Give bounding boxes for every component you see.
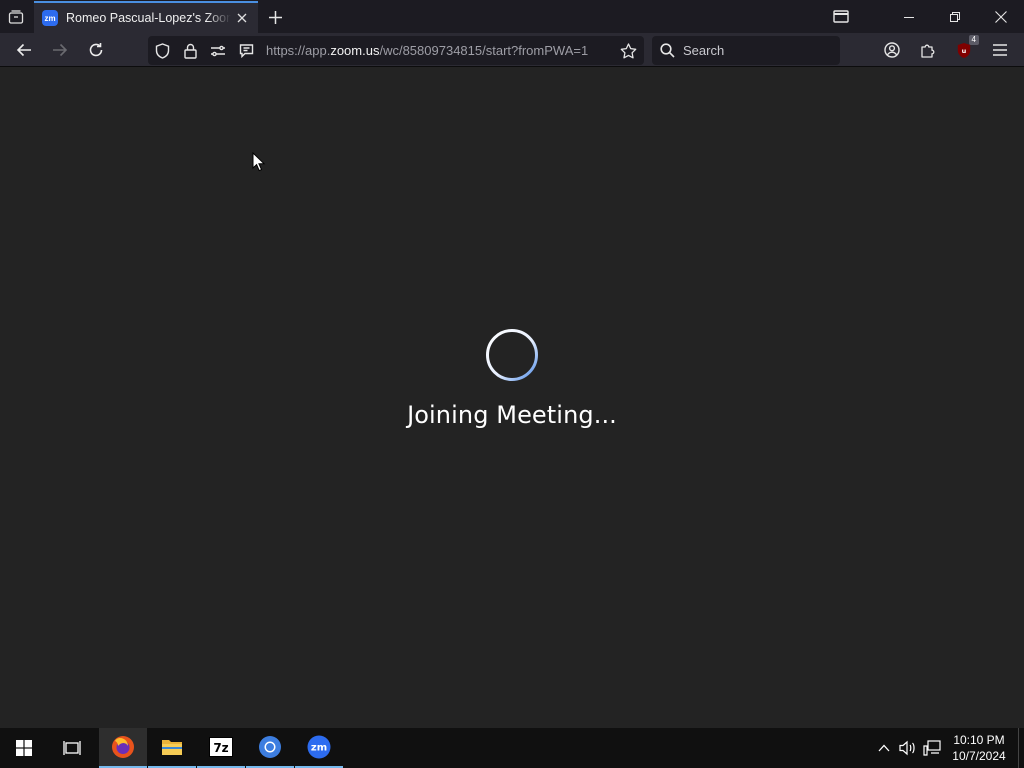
taskbar-7zip[interactable]: 7z xyxy=(197,728,245,768)
tab-close-button[interactable] xyxy=(234,10,250,26)
network-button[interactable] xyxy=(920,728,944,768)
shield-icon xyxy=(155,42,169,59)
show-desktop-button[interactable] xyxy=(1018,728,1024,768)
url-host: zoom.us xyxy=(330,43,380,58)
restore-button[interactable] xyxy=(932,0,978,33)
reload-icon xyxy=(89,43,103,57)
tab-zoom-meeting[interactable]: zm Romeo Pascual-Lopez's Zoom Meeting xyxy=(34,1,258,33)
task-view-button[interactable] xyxy=(48,728,96,768)
close-icon xyxy=(995,10,1007,23)
site-security-button[interactable] xyxy=(176,37,204,65)
taskbar-clock[interactable]: 10:10 PM 10/7/2024 xyxy=(944,732,1014,764)
extension-badge-count: 4 xyxy=(968,35,979,45)
forward-button[interactable] xyxy=(46,36,74,64)
speaker-icon xyxy=(899,740,915,756)
chromium-icon xyxy=(259,736,281,758)
reader-view-button[interactable] xyxy=(232,37,260,65)
tab-list-icon xyxy=(8,9,24,24)
window-controls xyxy=(886,0,1024,33)
list-all-tabs-button[interactable] xyxy=(0,0,32,33)
folder-icon xyxy=(162,740,182,755)
7zip-icon: 7z xyxy=(209,737,233,757)
close-icon xyxy=(237,13,247,23)
extensions-button[interactable] xyxy=(914,36,942,64)
lock-icon xyxy=(183,43,197,59)
new-tab-button[interactable] xyxy=(264,6,286,28)
hamburger-menu-icon xyxy=(993,44,1007,56)
firefox-icon xyxy=(112,736,134,758)
arrow-left-icon xyxy=(16,43,31,57)
permissions-button[interactable] xyxy=(204,37,232,65)
taskbar-file-explorer[interactable] xyxy=(148,728,196,768)
bookmark-star-button[interactable] xyxy=(614,37,642,65)
app-menu-button[interactable] xyxy=(986,36,1014,64)
minimize-icon xyxy=(904,16,914,18)
start-button[interactable] xyxy=(0,728,48,768)
svg-text:u: u xyxy=(962,47,967,55)
arrow-right-icon xyxy=(53,43,68,57)
clock-time: 10:10 PM xyxy=(953,733,1005,747)
tab-title: Romeo Pascual-Lopez's Zoom Meeting xyxy=(66,11,231,25)
zoom-app-icon: zm xyxy=(307,735,331,759)
ublock-extension-button[interactable]: u 4 xyxy=(950,35,979,64)
taskbar-chromium[interactable] xyxy=(246,728,294,768)
show-hidden-icons-button[interactable] xyxy=(872,728,896,768)
address-bar[interactable]: https://app.zoom.us/wc/85809734815/start… xyxy=(148,36,644,65)
windows-logo-icon xyxy=(16,740,32,756)
clock-date: 10/7/2024 xyxy=(952,749,1006,763)
mouse-cursor-icon xyxy=(252,152,266,172)
url-prefix: https://app. xyxy=(266,43,331,58)
meeting-loading-page: Joining Meeting... xyxy=(0,67,1024,728)
system-tray: 10:10 PM 10/7/2024 xyxy=(872,728,1024,768)
chevron-up-icon xyxy=(878,744,890,752)
reload-button[interactable] xyxy=(82,36,110,64)
network-icon xyxy=(923,740,941,756)
tab-strip: zm Romeo Pascual-Lopez's Zoom Meeting xyxy=(0,0,1024,33)
star-icon xyxy=(620,42,636,58)
volume-button[interactable] xyxy=(896,728,920,768)
taskbar-zoom[interactable]: zm xyxy=(295,728,343,768)
puzzle-piece-icon xyxy=(921,44,935,58)
window-view-icon xyxy=(833,10,849,23)
speech-bubble-icon xyxy=(239,44,253,58)
account-button[interactable] xyxy=(878,36,906,64)
back-button[interactable] xyxy=(10,36,38,64)
task-view-icon xyxy=(63,741,81,755)
7zip-label: 7z xyxy=(213,741,228,755)
url-text[interactable]: https://app.zoom.us/wc/85809734815/start… xyxy=(266,43,612,58)
zoom-favicon-icon: zm xyxy=(42,10,58,26)
tracking-protection-button[interactable] xyxy=(148,37,176,65)
search-icon xyxy=(660,43,675,58)
search-bar[interactable]: Search xyxy=(652,36,840,65)
windows-taskbar: 7z zm 10:10 PM 10/7/2024 xyxy=(0,728,1024,768)
navigation-toolbar: https://app.zoom.us/wc/85809734815/start… xyxy=(0,33,1024,67)
permissions-icon xyxy=(211,45,225,56)
account-icon xyxy=(884,42,900,58)
url-path: /wc/85809734815/start?fromPWA=1 xyxy=(379,43,589,58)
search-placeholder: Search xyxy=(683,43,725,58)
restore-icon xyxy=(950,11,960,22)
zoom-label: zm xyxy=(311,743,327,754)
loading-spinner-icon xyxy=(486,329,538,381)
minimize-button[interactable] xyxy=(886,0,932,33)
taskbar-firefox[interactable] xyxy=(99,728,147,768)
joining-status-text: Joining Meeting... xyxy=(407,401,617,429)
plus-icon xyxy=(268,10,282,24)
close-window-button[interactable] xyxy=(978,0,1024,33)
view-tab-button[interactable] xyxy=(818,0,864,33)
